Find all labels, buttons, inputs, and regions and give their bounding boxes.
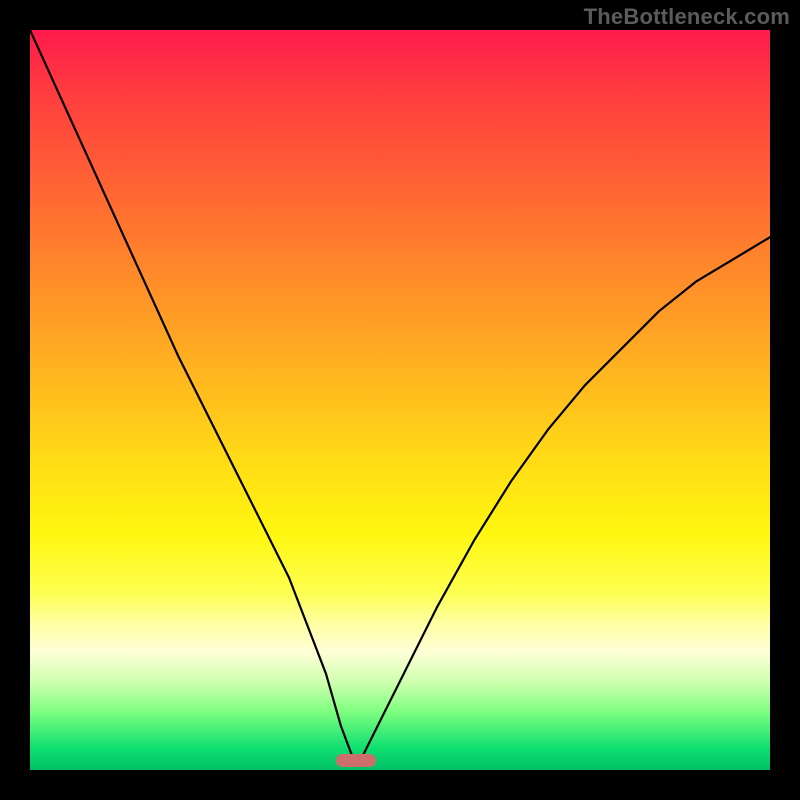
plot-area xyxy=(30,30,770,770)
chart-frame: TheBottleneck.com xyxy=(0,0,800,800)
watermark-text: TheBottleneck.com xyxy=(584,4,790,30)
minimum-marker xyxy=(336,754,376,767)
bottleneck-curve xyxy=(30,30,770,770)
